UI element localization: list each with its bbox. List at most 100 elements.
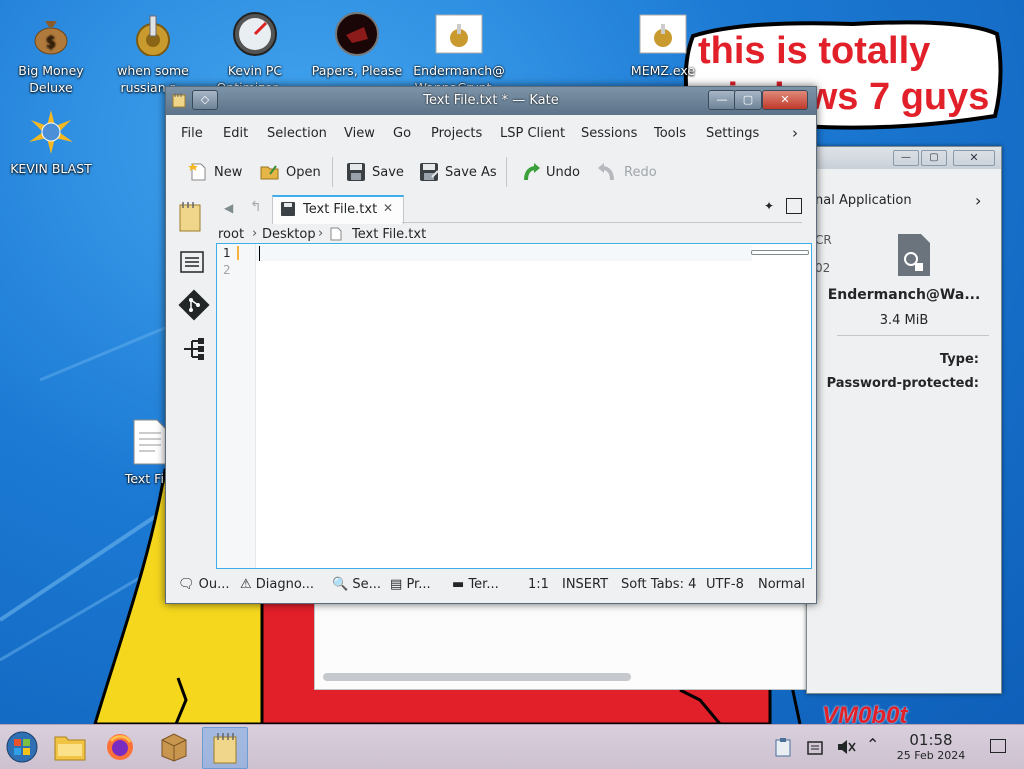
save-button[interactable]: Save bbox=[346, 159, 404, 185]
minimap-indicator[interactable] bbox=[751, 250, 809, 255]
volume-muted-icon[interactable] bbox=[836, 738, 856, 760]
menu-projects[interactable]: Projects bbox=[431, 126, 482, 141]
desktop-icon-memz[interactable]: MEMZ.exe bbox=[613, 10, 713, 79]
close-tab-icon[interactable]: ✕ bbox=[383, 201, 393, 215]
menu-lsp-client[interactable]: LSP Client bbox=[500, 126, 565, 141]
close-button[interactable]: ✕ bbox=[762, 90, 808, 110]
search-label: Se... bbox=[352, 577, 381, 592]
undo-button[interactable]: Undo bbox=[520, 159, 580, 185]
desktop-icon-label: KEVIN BLAST bbox=[10, 161, 92, 176]
desktop-icon-kevin-blast[interactable]: KEVIN BLAST bbox=[1, 108, 101, 177]
folder-icon bbox=[54, 736, 86, 761]
breadcrumb: root › Desktop › Text File.txt bbox=[218, 225, 808, 243]
minimize-button[interactable]: — bbox=[893, 150, 919, 166]
desktop-icon-papers-please[interactable]: Papers, Please bbox=[307, 10, 407, 79]
breadcrumb-file[interactable]: Text File.txt bbox=[352, 227, 426, 242]
project-tree-icon[interactable] bbox=[182, 337, 206, 365]
diagnostics-panel-button[interactable]: ⚠ Diagno... bbox=[240, 577, 314, 592]
current-line-highlight bbox=[256, 245, 752, 261]
horizontal-scrollbar[interactable] bbox=[323, 673, 631, 681]
menu-file[interactable]: File bbox=[181, 126, 203, 141]
save-as-icon bbox=[419, 162, 439, 182]
desktop-icon-russian[interactable]: when some russian r... bbox=[103, 10, 203, 96]
redo-button[interactable]: Redo bbox=[598, 159, 657, 185]
chevron-right-icon[interactable]: › bbox=[975, 191, 981, 210]
minimize-button[interactable]: — bbox=[708, 90, 736, 110]
divider bbox=[837, 335, 989, 336]
usb-drive-icon[interactable] bbox=[806, 738, 824, 760]
indentation-mode[interactable]: Soft Tabs: 4 bbox=[621, 577, 696, 592]
tab-bar: ◀ ↰ Text File.txt ✕ ✦ bbox=[220, 195, 810, 224]
projects-icon: ▤ bbox=[390, 577, 403, 592]
peek-text: 02 bbox=[815, 261, 831, 275]
syntax-mode-selector[interactable]: Normal bbox=[758, 577, 805, 592]
taskbar-kate[interactable] bbox=[202, 727, 248, 769]
file-name: Endermanch@Wa... bbox=[827, 287, 981, 303]
breadcrumb-root[interactable]: root bbox=[218, 227, 244, 242]
menu-sessions[interactable]: Sessions bbox=[581, 126, 637, 141]
projects-label: Pr... bbox=[406, 577, 431, 592]
menu-go[interactable]: Go bbox=[393, 126, 411, 141]
close-button[interactable]: ✕ bbox=[953, 150, 995, 166]
maximize-button[interactable]: ▢ bbox=[921, 150, 947, 166]
new-button[interactable]: New bbox=[188, 159, 242, 185]
cursor-position[interactable]: 1:1 bbox=[528, 577, 549, 592]
git-icon[interactable] bbox=[178, 289, 210, 325]
type-label: Type: bbox=[939, 352, 979, 367]
desktop-icon-label: Papers, Please bbox=[311, 63, 403, 78]
save-as-button[interactable]: Save As bbox=[419, 159, 497, 185]
kate-window[interactable]: ◇ Text File.txt * — Kate — ▢ ✕ File Edit… bbox=[165, 86, 817, 604]
desktop-icon-kevin-optimizer[interactable]: Kevin PC Optimizer ... bbox=[205, 10, 305, 96]
menu-settings[interactable]: Settings bbox=[706, 126, 759, 141]
terminal-panel-button[interactable]: ▬ Ter... bbox=[452, 577, 499, 592]
back-arrow-icon[interactable]: ◀ bbox=[224, 201, 233, 215]
background-window-titlebar[interactable]: — ▢ ✕ bbox=[807, 147, 1001, 169]
background-window[interactable]: — ▢ ✕ nal Application › CR 02 Endermanch… bbox=[806, 146, 1002, 694]
gear-document-icon bbox=[435, 10, 483, 58]
kate-titlebar[interactable]: ◇ Text File.txt * — Kate — ▢ ✕ bbox=[166, 87, 816, 115]
projects-panel-button[interactable]: ▤ Pr... bbox=[390, 577, 431, 592]
text-editor[interactable]: 1 2 bbox=[216, 243, 812, 569]
search-icon: 🔍 bbox=[332, 577, 349, 592]
menu-edit[interactable]: Edit bbox=[223, 126, 248, 141]
symbols-list-icon[interactable] bbox=[180, 251, 204, 277]
clipboard-icon[interactable] bbox=[774, 737, 792, 761]
file-size: 3.4 MiB bbox=[879, 313, 929, 328]
clock-date[interactable]: 25 Feb 2024 bbox=[890, 749, 972, 762]
breadcrumb-desktop[interactable]: Desktop bbox=[262, 227, 316, 242]
desktop-icon-big-money[interactable]: $ Big Money Deluxe bbox=[1, 10, 101, 96]
taskbar-firefox[interactable] bbox=[98, 727, 142, 767]
menu-view[interactable]: View bbox=[344, 126, 375, 141]
search-panel-button[interactable]: 🔍 Se... bbox=[332, 577, 381, 592]
open-button-label: Open bbox=[286, 164, 321, 180]
input-mode[interactable]: INSERT bbox=[562, 577, 608, 592]
chevron-up-icon[interactable]: ⌃ bbox=[866, 735, 879, 754]
start-button[interactable] bbox=[0, 727, 44, 767]
tab-text-file[interactable]: Text File.txt ✕ bbox=[272, 195, 404, 224]
clock-time[interactable]: 01:58 bbox=[894, 731, 968, 749]
menu-tools[interactable]: Tools bbox=[654, 126, 686, 141]
show-desktop-icon[interactable] bbox=[990, 739, 1006, 753]
split-view-icon[interactable] bbox=[786, 198, 802, 214]
executable-file-icon bbox=[897, 233, 931, 281]
menu-selection[interactable]: Selection bbox=[267, 126, 327, 141]
taskbar-archive-app[interactable] bbox=[152, 727, 196, 767]
speedometer-icon bbox=[231, 10, 279, 58]
pin-icon[interactable]: ✦ bbox=[764, 199, 774, 213]
open-folder-icon bbox=[260, 162, 280, 182]
menu-bar: File Edit Selection View Go Projects LSP… bbox=[166, 121, 816, 147]
menu-overflow-chevron-icon[interactable]: › bbox=[792, 124, 798, 142]
save-icon bbox=[346, 162, 366, 182]
documents-panel-icon[interactable] bbox=[178, 201, 204, 237]
package-icon bbox=[161, 733, 187, 762]
encoding-selector[interactable]: UTF-8 bbox=[706, 577, 744, 592]
forward-arrow-icon[interactable]: ↰ bbox=[250, 199, 262, 215]
maximize-button[interactable]: ▢ bbox=[734, 90, 762, 110]
taskbar-file-manager[interactable] bbox=[48, 727, 92, 767]
desktop-icon-label: Big Money Deluxe bbox=[18, 63, 84, 95]
open-button[interactable]: Open bbox=[260, 159, 321, 185]
password-protected-label: Password-protected: bbox=[826, 376, 979, 391]
desktop-icon-wannacrypt[interactable]: Endermanch@ WannaCrypt... bbox=[409, 10, 509, 96]
taskbar: ⌃ 01:58 25 Feb 2024 bbox=[0, 724, 1024, 769]
output-panel-button[interactable]: 🗨 Ou... bbox=[178, 577, 230, 592]
